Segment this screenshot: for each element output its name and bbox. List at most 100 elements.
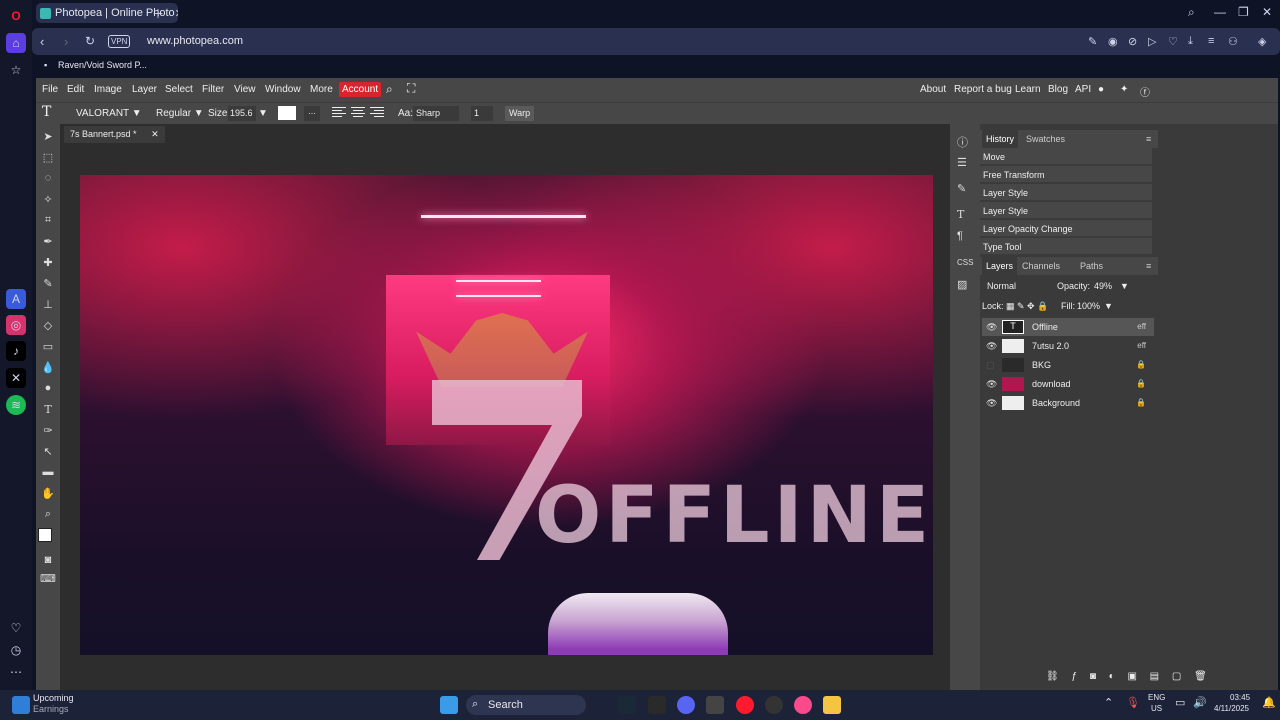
close-window-icon[interactable]: ✕ (1262, 5, 1272, 19)
history-item[interactable]: Move (980, 148, 1152, 165)
paragraph-icon[interactable]: ¶ (957, 230, 963, 242)
link-learn[interactable]: Learn (1015, 84, 1041, 95)
history-item[interactable]: Free Transform (980, 166, 1152, 183)
forward-icon[interactable]: › (64, 34, 68, 49)
search-icon[interactable]: ⌕ (386, 82, 393, 97)
taskbar-search[interactable]: Search (466, 695, 586, 715)
weather-title[interactable]: Upcoming (33, 693, 74, 703)
windows-start-icon[interactable] (440, 696, 458, 714)
camera-icon[interactable]: ◉ (1108, 35, 1118, 48)
align-right-icon[interactable] (370, 107, 384, 119)
layer-row[interactable]: 👁 7utsu 2.0 eff (982, 337, 1154, 355)
language-code[interactable]: ENG (1148, 693, 1165, 702)
maximize-icon[interactable]: ❐ (1238, 5, 1249, 19)
menu-view[interactable]: View (234, 84, 256, 95)
link-report-bug[interactable]: Report a bug (954, 84, 1012, 95)
layer-row[interactable]: 👁 T Offline eff (982, 318, 1154, 336)
visibility-eye-icon[interactable]: 👁 (986, 379, 997, 390)
fill-dropdown-icon[interactable]: ▼ (1104, 301, 1113, 311)
discord-icon[interactable] (677, 696, 695, 714)
file-explorer-icon[interactable] (823, 696, 841, 714)
eraser-tool-icon[interactable]: ◇ (40, 317, 56, 333)
bookmark-item[interactable]: Raven/Void Sword P... (58, 60, 147, 70)
menu-icon[interactable]: ≡ (1208, 35, 1214, 47)
volume-icon[interactable]: 🔊 (1193, 696, 1207, 709)
minimize-icon[interactable]: — (1214, 5, 1226, 19)
dodge-tool-icon[interactable]: ● (40, 380, 56, 396)
menu-layer[interactable]: Layer (132, 84, 157, 95)
magic-wand-icon[interactable]: ✧ (40, 191, 56, 207)
instagram-icon[interactable]: ◎ (6, 315, 26, 335)
zoom-tool-icon[interactable]: ⌕ (40, 506, 56, 522)
app-icon[interactable] (706, 696, 724, 714)
clock-time[interactable]: 03:45 (1230, 693, 1250, 702)
menu-more[interactable]: More (310, 84, 333, 95)
type-tool-icon[interactable]: T (42, 104, 51, 120)
type-tool-button-icon[interactable]: T (40, 401, 56, 417)
weather-icon[interactable] (12, 696, 30, 714)
close-document-icon[interactable]: ✕ (151, 129, 159, 139)
vpn-badge[interactable]: VPN (108, 35, 131, 48)
home-icon[interactable]: ⌂ (6, 33, 26, 53)
player-icon[interactable]: ▷ (1148, 35, 1156, 48)
favorites-icon[interactable]: ♡ (1168, 35, 1178, 48)
blend-mode-select[interactable]: Normal (984, 279, 1052, 294)
text-color-swatch[interactable] (278, 106, 296, 120)
adjustments-icon[interactable]: ☰ (957, 156, 967, 169)
character-icon[interactable]: T (957, 208, 964, 221)
info-icon[interactable]: ⓘ (957, 134, 968, 150)
link-about[interactable]: About (920, 84, 946, 95)
foreground-color-swatch[interactable] (38, 528, 52, 542)
path-select-icon[interactable]: ↖ (40, 443, 56, 459)
aria-icon[interactable]: A (6, 289, 26, 309)
tab-layers[interactable]: Layers (982, 257, 1018, 275)
rectangle-tool-icon[interactable]: ▬ (40, 464, 56, 480)
hand-tool-icon[interactable]: ✋ (40, 485, 56, 501)
align-left-icon[interactable] (332, 107, 346, 119)
more-icon[interactable]: ⋯ (6, 662, 26, 682)
menu-window[interactable]: Window (265, 84, 301, 95)
menu-edit[interactable]: Edit (67, 84, 84, 95)
font-style-select[interactable]: Regular ▼ (156, 108, 204, 119)
visibility-eye-icon[interactable]: 👁 (986, 341, 997, 352)
itunes-icon[interactable] (794, 696, 812, 714)
history-item[interactable]: Type Tool (980, 238, 1152, 255)
lasso-tool-icon[interactable]: ◌ (40, 170, 56, 186)
pen-tool-icon[interactable]: ✑ (40, 422, 56, 438)
download-icon[interactable]: ⤓ (1188, 35, 1193, 48)
menu-filter[interactable]: Filter (202, 84, 224, 95)
tab-channels[interactable]: Channels (1022, 261, 1060, 271)
layer-effects-badge[interactable]: eff (1137, 341, 1146, 350)
more-options-button[interactable]: ... (304, 106, 320, 121)
x-icon[interactable]: ✕ (6, 368, 26, 388)
menu-select[interactable]: Select (165, 84, 193, 95)
facebook-icon[interactable]: ⓕ (1140, 84, 1150, 99)
reload-icon[interactable]: ↻ (85, 34, 95, 48)
shield-icon[interactable]: ⊘ (1128, 35, 1137, 48)
fill-value[interactable]: 100% (1077, 301, 1100, 311)
opera-logo-icon[interactable]: O (6, 6, 26, 26)
antialias-select[interactable]: Sharp (413, 106, 459, 121)
brush-settings-icon[interactable]: ✎ (957, 182, 966, 195)
spotify-icon[interactable]: ≋ (6, 395, 26, 415)
css-icon[interactable]: CSS (957, 258, 973, 267)
network-icon[interactable]: ▭ (1175, 696, 1185, 709)
epic-games-icon[interactable] (648, 696, 666, 714)
new-tab-icon[interactable]: ＋ (152, 5, 164, 22)
bookmark-star-icon[interactable]: ☆ (6, 60, 26, 80)
brush-tool-icon[interactable]: ✎ (40, 275, 56, 291)
font-size-input[interactable]: 195.6 (228, 106, 256, 121)
search-tabs-icon[interactable]: ⌕ (1188, 5, 1195, 20)
align-center-icon[interactable] (351, 107, 365, 119)
heart-icon[interactable]: ♡ (6, 618, 26, 638)
clone-stamp-icon[interactable]: ⊥ (40, 296, 56, 312)
screen-mode-icon[interactable]: ⌨ (40, 570, 56, 586)
opacity-value[interactable]: 49% (1094, 281, 1112, 291)
reddit-icon[interactable]: ● (1098, 84, 1104, 95)
line-count-select[interactable]: 1 (471, 106, 493, 121)
opacity-dropdown-icon[interactable]: ▼ (1120, 281, 1129, 291)
marquee-tool-icon[interactable]: ⬚ (40, 149, 56, 165)
tiktok-icon[interactable]: ♪ (6, 341, 26, 361)
image-icon[interactable]: ▨ (957, 278, 967, 291)
quick-mask-icon[interactable]: ◙ (40, 552, 56, 568)
